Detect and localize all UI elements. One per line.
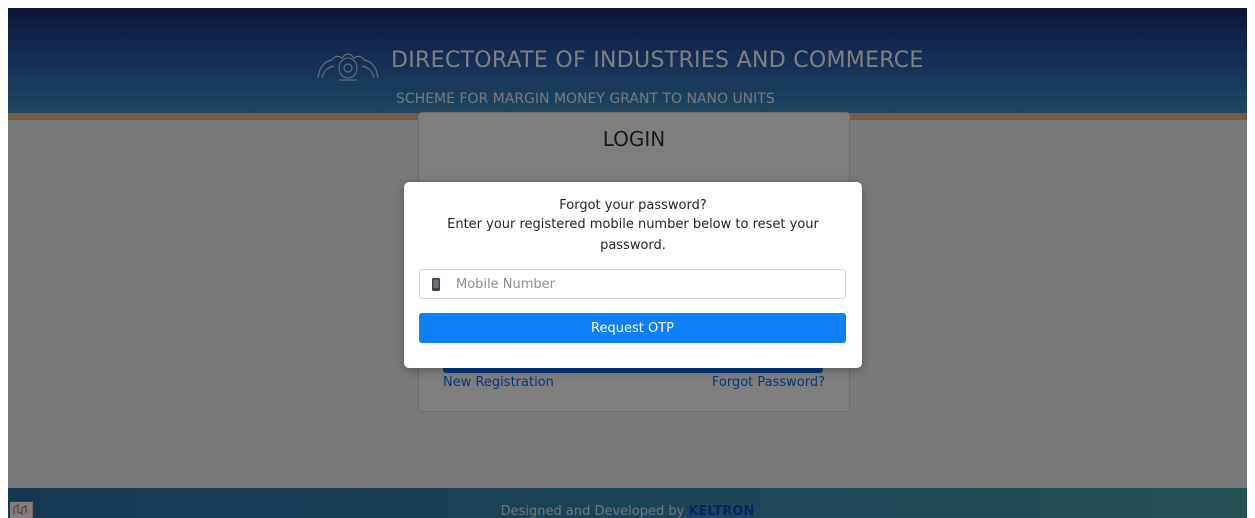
page-edge — [1247, 0, 1255, 518]
mobile-number-group — [419, 269, 846, 299]
app-viewport: DIRECTORATE OF INDUSTRIES AND COMMERCE S… — [8, 8, 1247, 518]
request-otp-button[interactable]: Request OTP — [419, 313, 846, 343]
modal-heading: Forgot your password? — [559, 198, 707, 213]
modal-instruction-continued: password. — [600, 238, 666, 253]
forgot-password-modal: Forgot your password? Enter your registe… — [404, 182, 862, 368]
page: DIRECTORATE OF INDUSTRIES AND COMMERCE S… — [0, 0, 1255, 518]
mobile-phone-icon — [432, 278, 440, 291]
mobile-number-input[interactable] — [456, 270, 841, 298]
modal-instruction: Enter your registered mobile number belo… — [447, 217, 819, 232]
